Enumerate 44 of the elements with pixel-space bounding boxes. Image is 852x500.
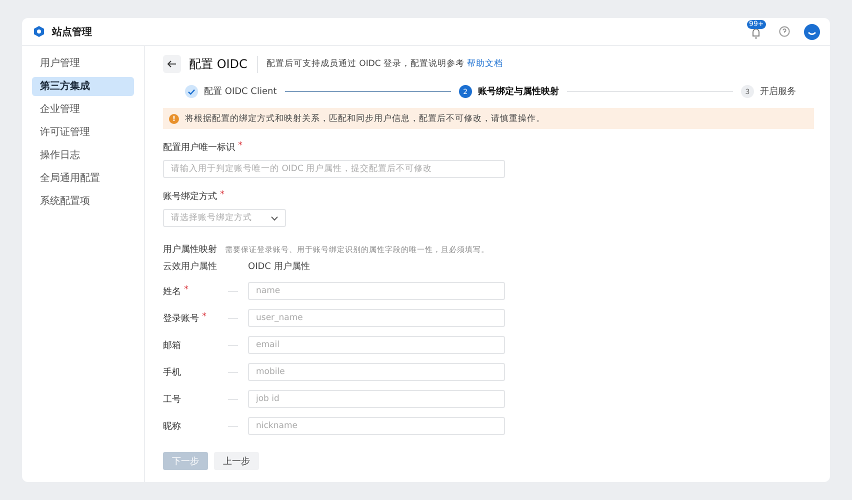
input-field[interactable]: 请输入用于判定账号唯一的 OIDC 用户属性，提交配置后不可修改 <box>163 160 505 178</box>
field-label: 配置用户唯一标识 <box>163 142 235 154</box>
input-field[interactable]: name <box>248 282 505 300</box>
page-title: 配置 OIDC <box>189 56 258 72</box>
sidebar-item[interactable]: 许可证管理 <box>32 123 134 142</box>
page-description: 配置后可支持成员通过 OIDC 登录，配置说明参考 帮助文档 <box>266 58 504 70</box>
attribute-label: 昵称 <box>163 420 181 432</box>
previous-button[interactable]: 上一步 <box>214 452 259 470</box>
input-field[interactable]: nickname <box>248 417 505 435</box>
sidebar-item[interactable]: 全局通用配置 <box>32 169 134 188</box>
column-header: OIDC 用户属性 <box>248 260 310 273</box>
sidebar-item[interactable]: 系统配置项 <box>32 192 134 211</box>
attribute-label: 手机 <box>163 366 181 378</box>
input-field[interactable]: job id <box>248 390 505 408</box>
sidebar-item[interactable]: 操作日志 <box>32 146 134 165</box>
required-mark: * <box>220 190 224 202</box>
required-mark: * <box>202 312 206 324</box>
back-button[interactable] <box>163 55 181 73</box>
help-doc-link[interactable]: 帮助文档 <box>467 59 504 69</box>
attribute-label: 邮箱 <box>163 340 181 352</box>
sidebar-item[interactable]: 企业管理 <box>32 100 134 119</box>
field-label: 账号绑定方式 <box>163 190 217 203</box>
column-header: 云效用户属性 <box>163 260 218 273</box>
chevron-down-icon <box>271 216 278 220</box>
attribute-label: 登录账号 <box>163 312 199 324</box>
arrow-left-icon <box>167 60 177 68</box>
step-label: 账号绑定与属性映射 <box>478 85 559 98</box>
section-title: 用户属性映射 <box>163 244 217 256</box>
sidebar-item[interactable]: 用户管理 <box>32 54 134 73</box>
input-field[interactable]: email <box>248 336 505 354</box>
site-title: 站点管理 <box>52 26 93 38</box>
alert-text: 将根据配置的绑定方式和映射关系，匹配和同步用户信息，配置后不可修改，请慎重操作。 <box>185 112 545 124</box>
step-label: 配置 OIDC Client <box>204 86 277 98</box>
step-label: 开启服务 <box>760 86 796 98</box>
required-mark: * <box>184 284 188 296</box>
logo-icon <box>34 26 44 37</box>
help-icon[interactable] <box>779 26 790 37</box>
input-field[interactable]: user_name <box>248 309 505 327</box>
input-field[interactable]: mobile <box>248 363 505 381</box>
attribute-label: 工号 <box>163 394 181 406</box>
required-mark: * <box>238 141 242 153</box>
avatar-icon[interactable] <box>804 24 820 40</box>
sidebar-item[interactable]: 第三方集成 <box>32 77 134 96</box>
attribute-label: 姓名 <box>163 286 181 298</box>
